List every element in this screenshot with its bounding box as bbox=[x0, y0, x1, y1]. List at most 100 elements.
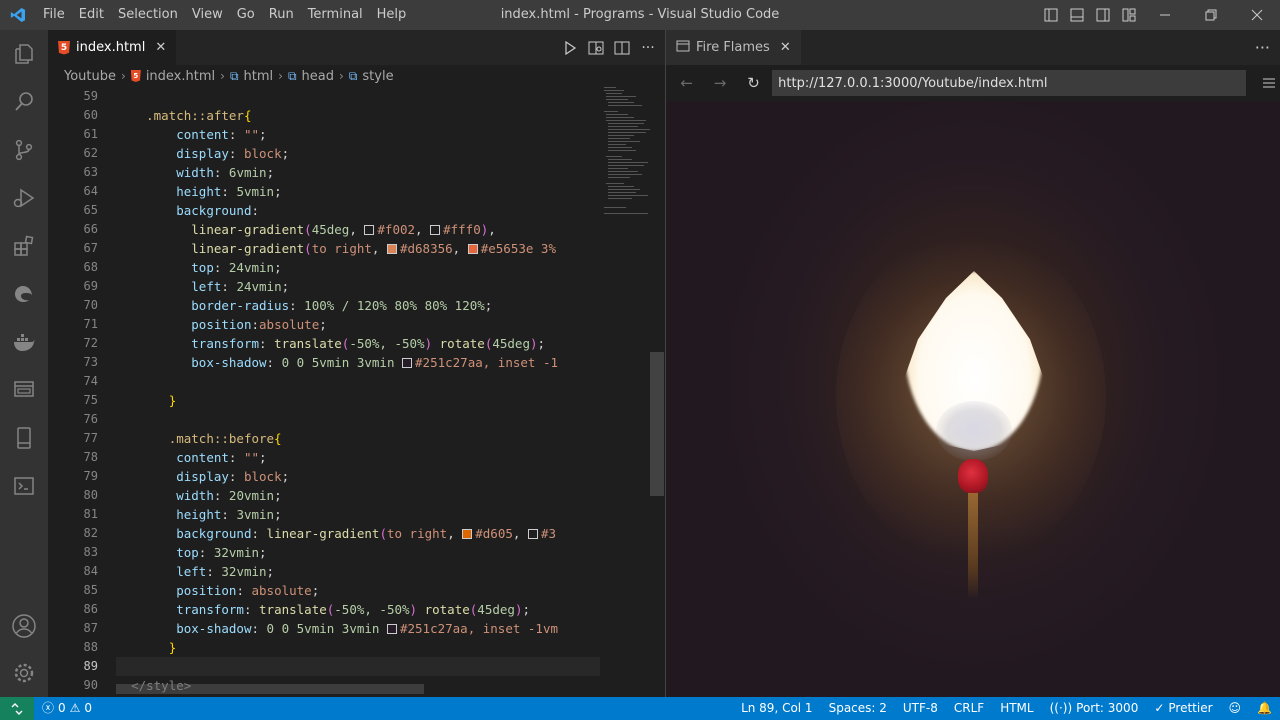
vertical-scrollbar[interactable] bbox=[650, 87, 664, 697]
language-mode[interactable]: HTML bbox=[992, 697, 1041, 720]
colon: : bbox=[213, 260, 229, 275]
line-number: 75 bbox=[83, 393, 98, 407]
browser-viewport[interactable] bbox=[666, 101, 1280, 697]
semicolon: ; bbox=[274, 260, 282, 275]
accounts-icon[interactable] bbox=[0, 602, 48, 650]
remote-indicator-icon[interactable] bbox=[0, 697, 34, 720]
split-editor-icon[interactable] bbox=[613, 39, 631, 57]
code-line: left: 32vmin; bbox=[116, 562, 600, 581]
css-arg: 45deg bbox=[492, 336, 530, 351]
breadcrumb-file[interactable]: index.html bbox=[146, 69, 215, 84]
code-line: height: 5vmin; bbox=[116, 182, 600, 201]
code-line: width: 6vmin; bbox=[116, 163, 600, 182]
tab-close-icon[interactable]: ✕ bbox=[155, 40, 166, 55]
css-property: top bbox=[191, 260, 214, 275]
forward-arrow-icon[interactable]: → bbox=[705, 69, 734, 97]
scrollbar-thumb[interactable] bbox=[650, 352, 664, 496]
color-swatch[interactable] bbox=[467, 244, 478, 254]
tab-index-html[interactable]: 5 index.html ✕ bbox=[48, 30, 177, 65]
brace: } bbox=[168, 640, 177, 655]
menu-selection[interactable]: Selection bbox=[111, 0, 185, 30]
problems-indicator[interactable]: ⓧ 0 ⚠ 0 bbox=[34, 697, 100, 720]
cursor-position[interactable]: Ln 89, Col 1 bbox=[733, 697, 821, 720]
device-icon[interactable] bbox=[0, 414, 48, 462]
menu-terminal[interactable]: Terminal bbox=[301, 0, 370, 30]
run-debug-icon[interactable] bbox=[0, 174, 48, 222]
match-stick bbox=[968, 489, 978, 599]
feedback-icon[interactable]: ☺ bbox=[1221, 697, 1250, 720]
menu-run[interactable]: Run bbox=[262, 0, 301, 30]
tab-fire-flames[interactable]: Fire Flames ✕ bbox=[666, 30, 801, 65]
minimap[interactable] bbox=[600, 87, 650, 697]
notifications-bell-icon[interactable]: 🔔 bbox=[1249, 697, 1280, 720]
restore-icon[interactable] bbox=[1188, 0, 1234, 30]
encoding[interactable]: UTF-8 bbox=[895, 697, 946, 720]
close-window-icon[interactable] bbox=[1234, 0, 1280, 30]
run-icon[interactable] bbox=[561, 39, 579, 57]
symbol-element-icon: ⧉ bbox=[348, 68, 358, 83]
check-all-icon: ✓ bbox=[1154, 701, 1165, 715]
extensions-icon[interactable] bbox=[0, 222, 48, 270]
html5-file-icon: 5 bbox=[130, 70, 141, 82]
colon: : bbox=[198, 545, 214, 560]
color-swatch[interactable] bbox=[364, 225, 375, 235]
breadcrumb-symbol-head[interactable]: head bbox=[302, 69, 334, 84]
css-color: #fff0 bbox=[443, 222, 481, 237]
css-property: transform bbox=[176, 602, 244, 617]
colon: : bbox=[213, 488, 229, 503]
color-swatch[interactable] bbox=[527, 529, 538, 539]
horizontal-scrollbar[interactable] bbox=[116, 684, 424, 694]
colon: : bbox=[228, 450, 244, 465]
settings-gear-icon[interactable] bbox=[0, 649, 48, 697]
url-input[interactable] bbox=[772, 70, 1247, 96]
edge-icon[interactable] bbox=[0, 270, 48, 318]
tab-close-icon[interactable]: ✕ bbox=[780, 40, 791, 55]
source-control-icon[interactable] bbox=[0, 126, 48, 174]
color-swatch[interactable] bbox=[402, 358, 413, 368]
search-icon[interactable] bbox=[0, 78, 48, 126]
back-arrow-icon[interactable]: ← bbox=[672, 69, 701, 97]
semicolon: ; bbox=[259, 450, 267, 465]
code-line: left: 24vmin; bbox=[116, 277, 600, 296]
indentation[interactable]: Spaces: 2 bbox=[821, 697, 895, 720]
prettier-status[interactable]: ✓ Prettier bbox=[1146, 697, 1220, 720]
terminal-icon[interactable] bbox=[0, 462, 48, 510]
customize-layout-icon[interactable] bbox=[1116, 0, 1142, 30]
css-value: "" bbox=[243, 127, 260, 142]
explorer-icon[interactable] bbox=[0, 30, 48, 78]
color-swatch[interactable] bbox=[430, 225, 441, 235]
breadcrumb-symbol-style[interactable]: style bbox=[362, 69, 393, 84]
code-editor[interactable]: 59 60 61 62 63 64 65 66 67 68 69 70 71 7… bbox=[48, 87, 665, 697]
toggle-panel-icon[interactable] bbox=[1064, 0, 1090, 30]
menu-view[interactable]: View bbox=[185, 0, 230, 30]
toggle-secondary-sidebar-icon[interactable] bbox=[1090, 0, 1116, 30]
colon: : bbox=[221, 184, 237, 199]
css-value: 32vmin bbox=[221, 564, 267, 579]
color-swatch[interactable] bbox=[386, 244, 397, 254]
open-preview-icon[interactable] bbox=[587, 39, 605, 57]
menu-file[interactable]: File bbox=[36, 0, 72, 30]
menu-go[interactable]: Go bbox=[230, 0, 262, 30]
breadcrumb-symbol-html[interactable]: html bbox=[244, 69, 274, 84]
line-number: 84 bbox=[83, 564, 98, 578]
breadcrumb-folder[interactable]: Youtube bbox=[64, 69, 116, 84]
reload-icon[interactable]: ↻ bbox=[739, 69, 768, 97]
docker-icon[interactable] bbox=[0, 318, 48, 366]
colon: : bbox=[289, 298, 305, 313]
live-server-port[interactable]: ((·)) Port: 3000 bbox=[1042, 697, 1147, 720]
remote-explorer-icon[interactable] bbox=[0, 366, 48, 414]
end-of-line[interactable]: CRLF bbox=[946, 697, 992, 720]
menu-help[interactable]: Help bbox=[370, 0, 414, 30]
code-line: background: linear-gradient(to right, #d… bbox=[116, 524, 600, 543]
color-swatch[interactable] bbox=[462, 529, 473, 539]
browser-menu-icon[interactable] bbox=[1258, 72, 1280, 94]
code-line: linear-gradient(45deg, #f002, #fff0), bbox=[116, 220, 600, 239]
minimize-icon[interactable] bbox=[1142, 0, 1188, 30]
toggle-primary-sidebar-icon[interactable] bbox=[1038, 0, 1064, 30]
menu-edit[interactable]: Edit bbox=[72, 0, 111, 30]
more-actions-icon[interactable]: ··· bbox=[639, 39, 657, 57]
color-swatch[interactable] bbox=[386, 624, 397, 634]
line-number: 79 bbox=[83, 469, 98, 483]
more-actions-icon[interactable]: ··· bbox=[1255, 30, 1270, 65]
